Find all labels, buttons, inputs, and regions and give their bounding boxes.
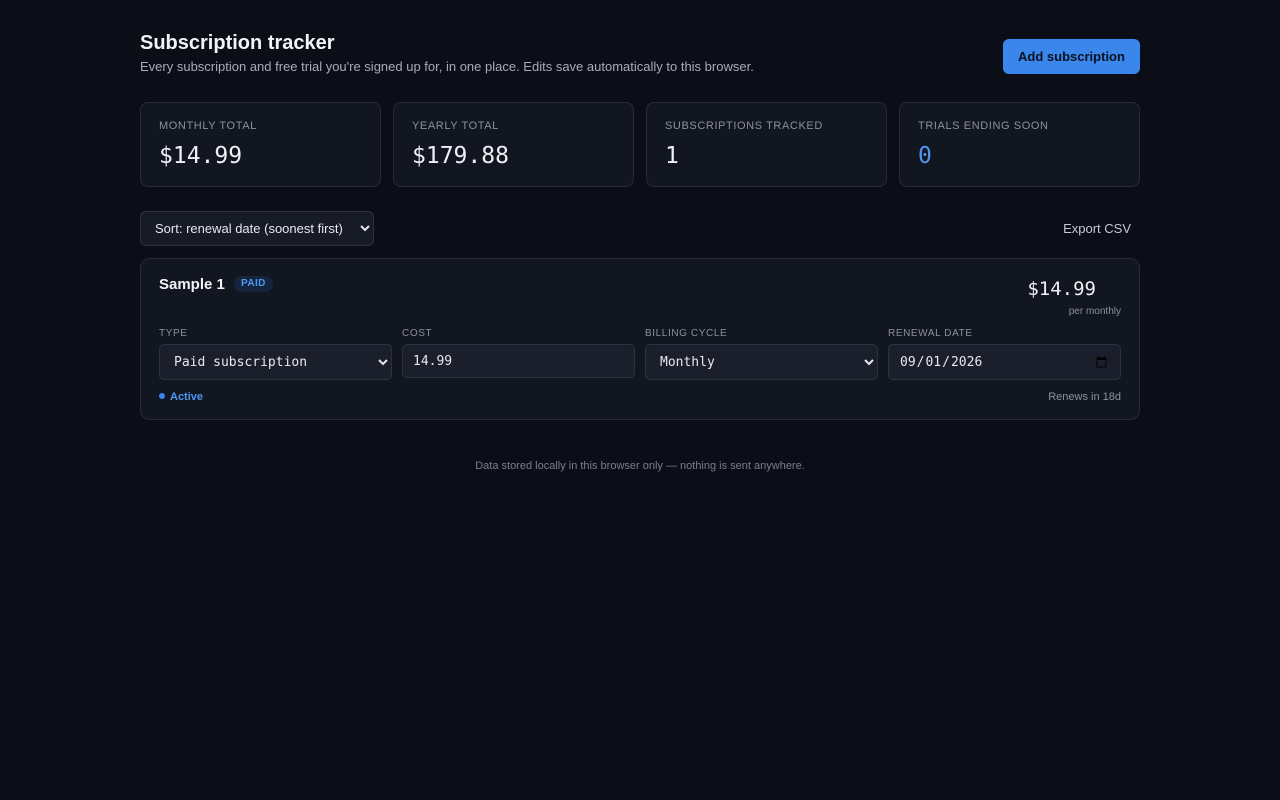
footer-note: Data stored locally in this browser only…	[475, 460, 805, 472]
stat-value: 1	[665, 143, 679, 169]
cost-field: Cost	[402, 328, 635, 378]
page-subtitle: Every subscription and free trial you're…	[140, 59, 754, 74]
billing-cycle-label: Billing cycle	[645, 328, 728, 339]
subscription-price: $14.99	[1027, 278, 1096, 300]
page: Subscription tracker Every subscription …	[0, 0, 1280, 800]
type-select[interactable]: Paid subscription	[159, 344, 392, 380]
type-field: Type Paid subscription	[159, 328, 392, 380]
stat-card-subscriptions-tracked: Subscriptions tracked 1	[646, 102, 887, 187]
stat-label: Trials ending soon	[918, 120, 1049, 132]
stat-card-yearly-total: Yearly total $179.88	[393, 102, 634, 187]
stat-value: $14.99	[159, 143, 243, 169]
cost-label: Cost	[402, 328, 433, 339]
renewal-date-input[interactable]	[888, 344, 1121, 380]
subscription-card: Sample 1 PAID $14.99 per monthly Type Pa…	[140, 258, 1140, 420]
toolbar: Sort: renewal date (soonest first) Expor…	[140, 211, 1140, 246]
stat-label: Monthly total	[159, 120, 257, 132]
page-title: Subscription tracker	[140, 32, 335, 54]
subscription-type-badge: PAID	[234, 276, 273, 292]
stat-label: Subscriptions tracked	[665, 120, 823, 132]
stat-label: Yearly total	[412, 120, 499, 132]
add-subscription-button[interactable]: Add subscription	[1003, 39, 1140, 74]
type-label: Type	[159, 328, 188, 339]
stat-value: 0	[918, 143, 932, 169]
stat-value: $179.88	[412, 143, 509, 169]
renews-in-text: Renews in 18d	[1048, 391, 1121, 403]
subscription-name: Sample 1	[159, 276, 225, 293]
header: Subscription tracker Every subscription …	[140, 32, 1140, 82]
subscription-per-period: per monthly	[1068, 306, 1121, 317]
stats-row: Monthly total $14.99 Yearly total $179.8…	[140, 102, 1140, 187]
stat-card-monthly-total: Monthly total $14.99	[140, 102, 381, 187]
billing-cycle-select[interactable]: Monthly	[645, 344, 878, 380]
status-indicator: Active	[159, 391, 203, 403]
billing-cycle-field: Billing cycle Monthly	[645, 328, 878, 380]
cost-input[interactable]	[402, 344, 635, 378]
status-dot-icon	[159, 393, 165, 399]
export-csv-button[interactable]: Export CSV	[1054, 215, 1140, 241]
status-text: Active	[170, 391, 204, 403]
sort-select[interactable]: Sort: renewal date (soonest first)	[140, 211, 374, 246]
stat-card-trials-ending-soon: Trials ending soon 0	[899, 102, 1140, 187]
renewal-date-field: Renewal date	[888, 328, 1121, 380]
renewal-date-label: Renewal date	[888, 328, 973, 339]
